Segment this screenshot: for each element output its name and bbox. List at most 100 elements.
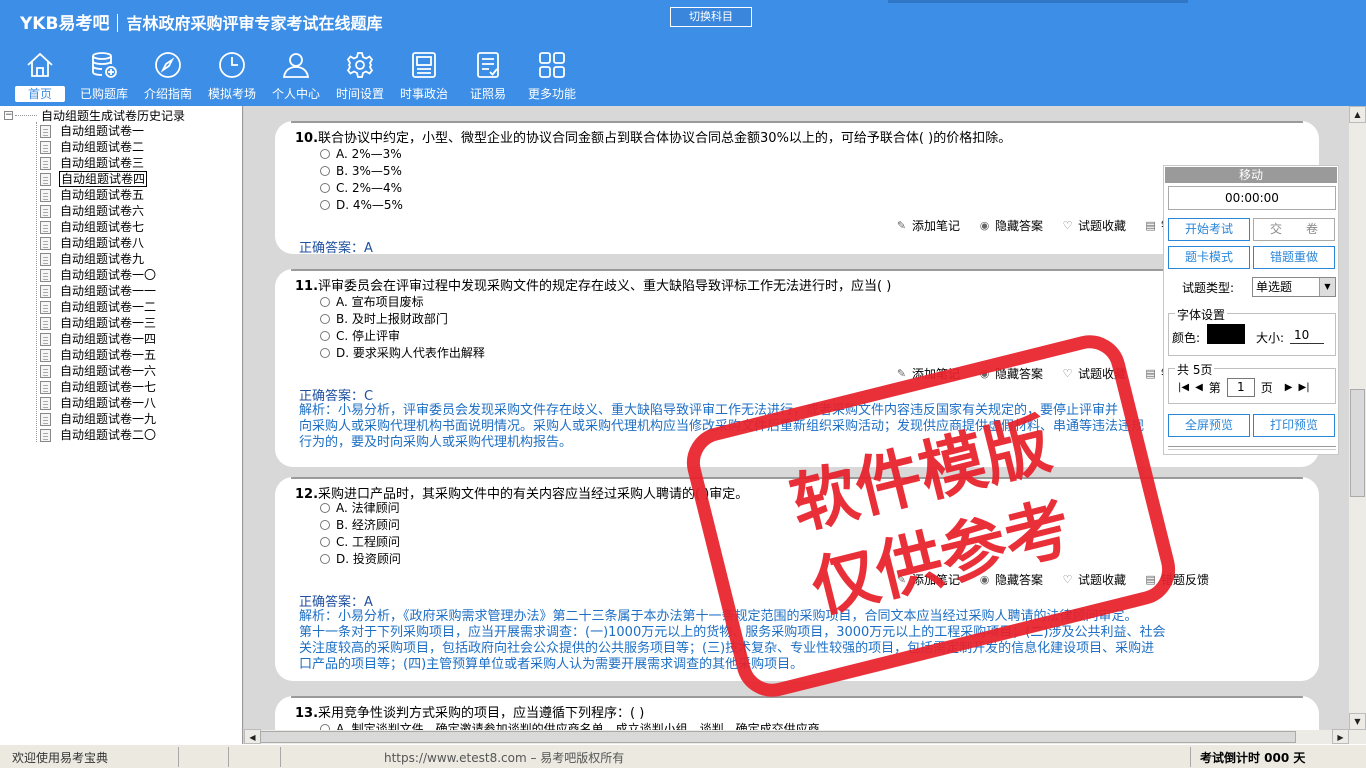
tree-item[interactable]: 自动组题试卷九 [40, 251, 145, 267]
tree-item[interactable]: 自动组题试卷五 [40, 187, 145, 203]
radio-button[interactable] [320, 330, 330, 341]
radio-button[interactable] [320, 519, 330, 530]
option-label: A. 2%—3% [336, 147, 402, 161]
card-mode-button[interactable]: 题卡模式 [1168, 246, 1250, 269]
option-label: C. 2%—4% [336, 181, 403, 195]
option-label: D. 要求采购人代表作出解释 [336, 346, 485, 360]
page-number-input[interactable]: 1 [1226, 378, 1255, 397]
scroll-right-icon[interactable]: ▶ [1332, 729, 1349, 744]
next-page-icon[interactable]: ▶ [1285, 382, 1293, 393]
tree-root[interactable]: − 自动组题生成试卷历史记录 [4, 108, 185, 123]
nav-home[interactable]: 首页 [8, 48, 72, 104]
vertical-scrollbar[interactable]: ▲ ▼ [1349, 106, 1366, 730]
scroll-up-icon[interactable]: ▲ [1349, 106, 1366, 123]
document-icon [40, 380, 51, 394]
collapse-icon[interactable]: − [4, 110, 13, 120]
tree-item[interactable]: 自动组题试卷一六 [40, 363, 157, 379]
add-note-button[interactable]: ✎ 添加笔记 [895, 217, 960, 234]
question-text: 10.联合协议中约定，小型、微型企业的协议合同金额占到联合体协议合同总金额30%… [295, 127, 1011, 146]
tree-item[interactable]: 自动组题试卷二 [40, 139, 145, 155]
answer-option[interactable]: C. 工程顾问 [320, 533, 400, 550]
panel-move-handle[interactable]: 移动 [1165, 167, 1337, 183]
tree-item[interactable]: 自动组题试卷一二 [40, 299, 157, 315]
print-preview-button[interactable]: 打印预览 [1253, 414, 1335, 437]
tree-item[interactable]: 自动组题试卷一三 [40, 315, 157, 331]
tree-item[interactable]: 自动组题试卷一七 [40, 379, 157, 395]
tree-item[interactable]: 自动组题试卷三 [40, 155, 145, 171]
nav-mock-exam[interactable]: 模拟考场 [200, 48, 264, 104]
panel-resize-bar[interactable] [1168, 446, 1336, 450]
document-icon [40, 252, 51, 266]
tree-item[interactable]: 自动组题试卷六 [40, 203, 145, 219]
tree-item[interactable]: 自动组题试卷一五 [40, 347, 157, 363]
chevron-down-icon: ▼ [1319, 278, 1335, 296]
answer-option[interactable]: D. 4%—5% [320, 198, 403, 212]
radio-button[interactable] [320, 536, 330, 547]
favorite-button[interactable]: ♡ 试题收藏 [1061, 217, 1126, 234]
radio-button[interactable] [320, 313, 330, 324]
nav-current-affairs[interactable]: 时事政治 [392, 48, 456, 104]
font-size-input[interactable]: 10 [1290, 326, 1324, 344]
radio-button[interactable] [320, 166, 330, 176]
tree-item[interactable]: 自动组题试卷一九 [40, 411, 157, 427]
tree-item[interactable]: 自动组题试卷二〇 [40, 427, 157, 443]
tree-item[interactable]: 自动组题试卷一一 [40, 283, 157, 299]
answer-option[interactable]: A. 法律顾问 [320, 499, 400, 516]
answer-option[interactable]: D. 要求采购人代表作出解释 [320, 344, 485, 361]
nav-purchased-banks[interactable]: 已购题库 [72, 48, 136, 104]
horizontal-scroll-thumb[interactable] [260, 731, 1296, 743]
question-number: 10. [295, 131, 319, 146]
first-page-icon[interactable]: |◀ [1178, 382, 1189, 393]
radio-button[interactable] [320, 553, 330, 564]
tree-item[interactable]: 自动组题试卷一〇 [40, 267, 157, 283]
nav-guide[interactable]: 介绍指南 [136, 48, 200, 104]
clock-icon [219, 52, 245, 78]
answer-option[interactable]: C. 停止评审 [320, 327, 400, 344]
answer-option[interactable]: C. 2%—4% [320, 181, 402, 195]
radio-button[interactable] [320, 347, 330, 358]
news-icon [412, 52, 436, 78]
font-color-picker[interactable] [1207, 324, 1245, 344]
scroll-left-icon[interactable]: ◀ [244, 729, 261, 744]
answer-option[interactable]: A. 2%—3% [320, 147, 402, 161]
nav-license[interactable]: 证照易 [456, 48, 520, 104]
radio-button[interactable] [320, 200, 330, 210]
vertical-scroll-thumb[interactable] [1350, 389, 1365, 497]
nav-profile[interactable]: 个人中心 [264, 48, 328, 104]
tree-item-label: 自动组题试卷一 [60, 124, 145, 138]
scroll-down-icon[interactable]: ▼ [1349, 713, 1366, 730]
redo-wrong-button[interactable]: 错题重做 [1253, 246, 1335, 269]
answer-option[interactable]: A. 制定谈判文件、确定邀请参加谈判的供应商名单、成立谈判小组、谈判、确定成交供… [320, 720, 820, 730]
option-label: B. 经济顾问 [336, 518, 400, 532]
radio-button[interactable] [320, 502, 330, 513]
question-stem: 采用竞争性谈判方式采购的项目，应当遵循下列程序：( ) [318, 706, 645, 721]
tree-guide-line [36, 122, 37, 442]
radio-button[interactable] [320, 183, 330, 193]
nav-more[interactable]: 更多功能 [520, 48, 584, 104]
answer-option[interactable]: B. 经济顾问 [320, 516, 400, 533]
nav-time-settings[interactable]: 时间设置 [328, 48, 392, 104]
tree-item[interactable]: 自动组题试卷七 [40, 219, 145, 235]
tree-item[interactable]: 自动组题试卷四 [40, 171, 148, 187]
fullscreen-preview-button[interactable]: 全屏预览 [1168, 414, 1250, 437]
hide-answer-button[interactable]: ◉ 隐藏答案 [978, 217, 1043, 234]
tree-item[interactable]: 自动组题试卷八 [40, 235, 145, 251]
switch-subject-button[interactable]: 切换科目 [670, 7, 752, 27]
last-page-icon[interactable]: ▶| [1299, 382, 1310, 393]
answer-option[interactable]: A. 宣布项目废标 [320, 293, 424, 310]
radio-button[interactable] [320, 296, 330, 307]
answer-option[interactable]: D. 投资顾问 [320, 550, 401, 567]
tree-item[interactable]: 自动组题试卷一四 [40, 331, 157, 347]
tree-connector [15, 114, 37, 116]
start-exam-button[interactable]: 开始考试 [1168, 218, 1250, 241]
submit-paper-button[interactable]: 交 卷 [1253, 218, 1335, 241]
radio-button[interactable] [320, 149, 330, 159]
question-type-select[interactable]: 单选题 ▼ [1252, 277, 1336, 297]
prev-page-icon[interactable]: ◀ [1195, 382, 1203, 393]
tree-item[interactable]: 自动组题试卷一 [40, 123, 145, 139]
answer-option[interactable]: B. 及时上报财政部门 [320, 310, 448, 327]
horizontal-scrollbar[interactable]: ◀ ▶ [244, 729, 1349, 744]
tree-item[interactable]: 自动组题试卷一八 [40, 395, 157, 411]
document-icon [40, 332, 51, 346]
answer-option[interactable]: B. 3%—5% [320, 164, 402, 178]
